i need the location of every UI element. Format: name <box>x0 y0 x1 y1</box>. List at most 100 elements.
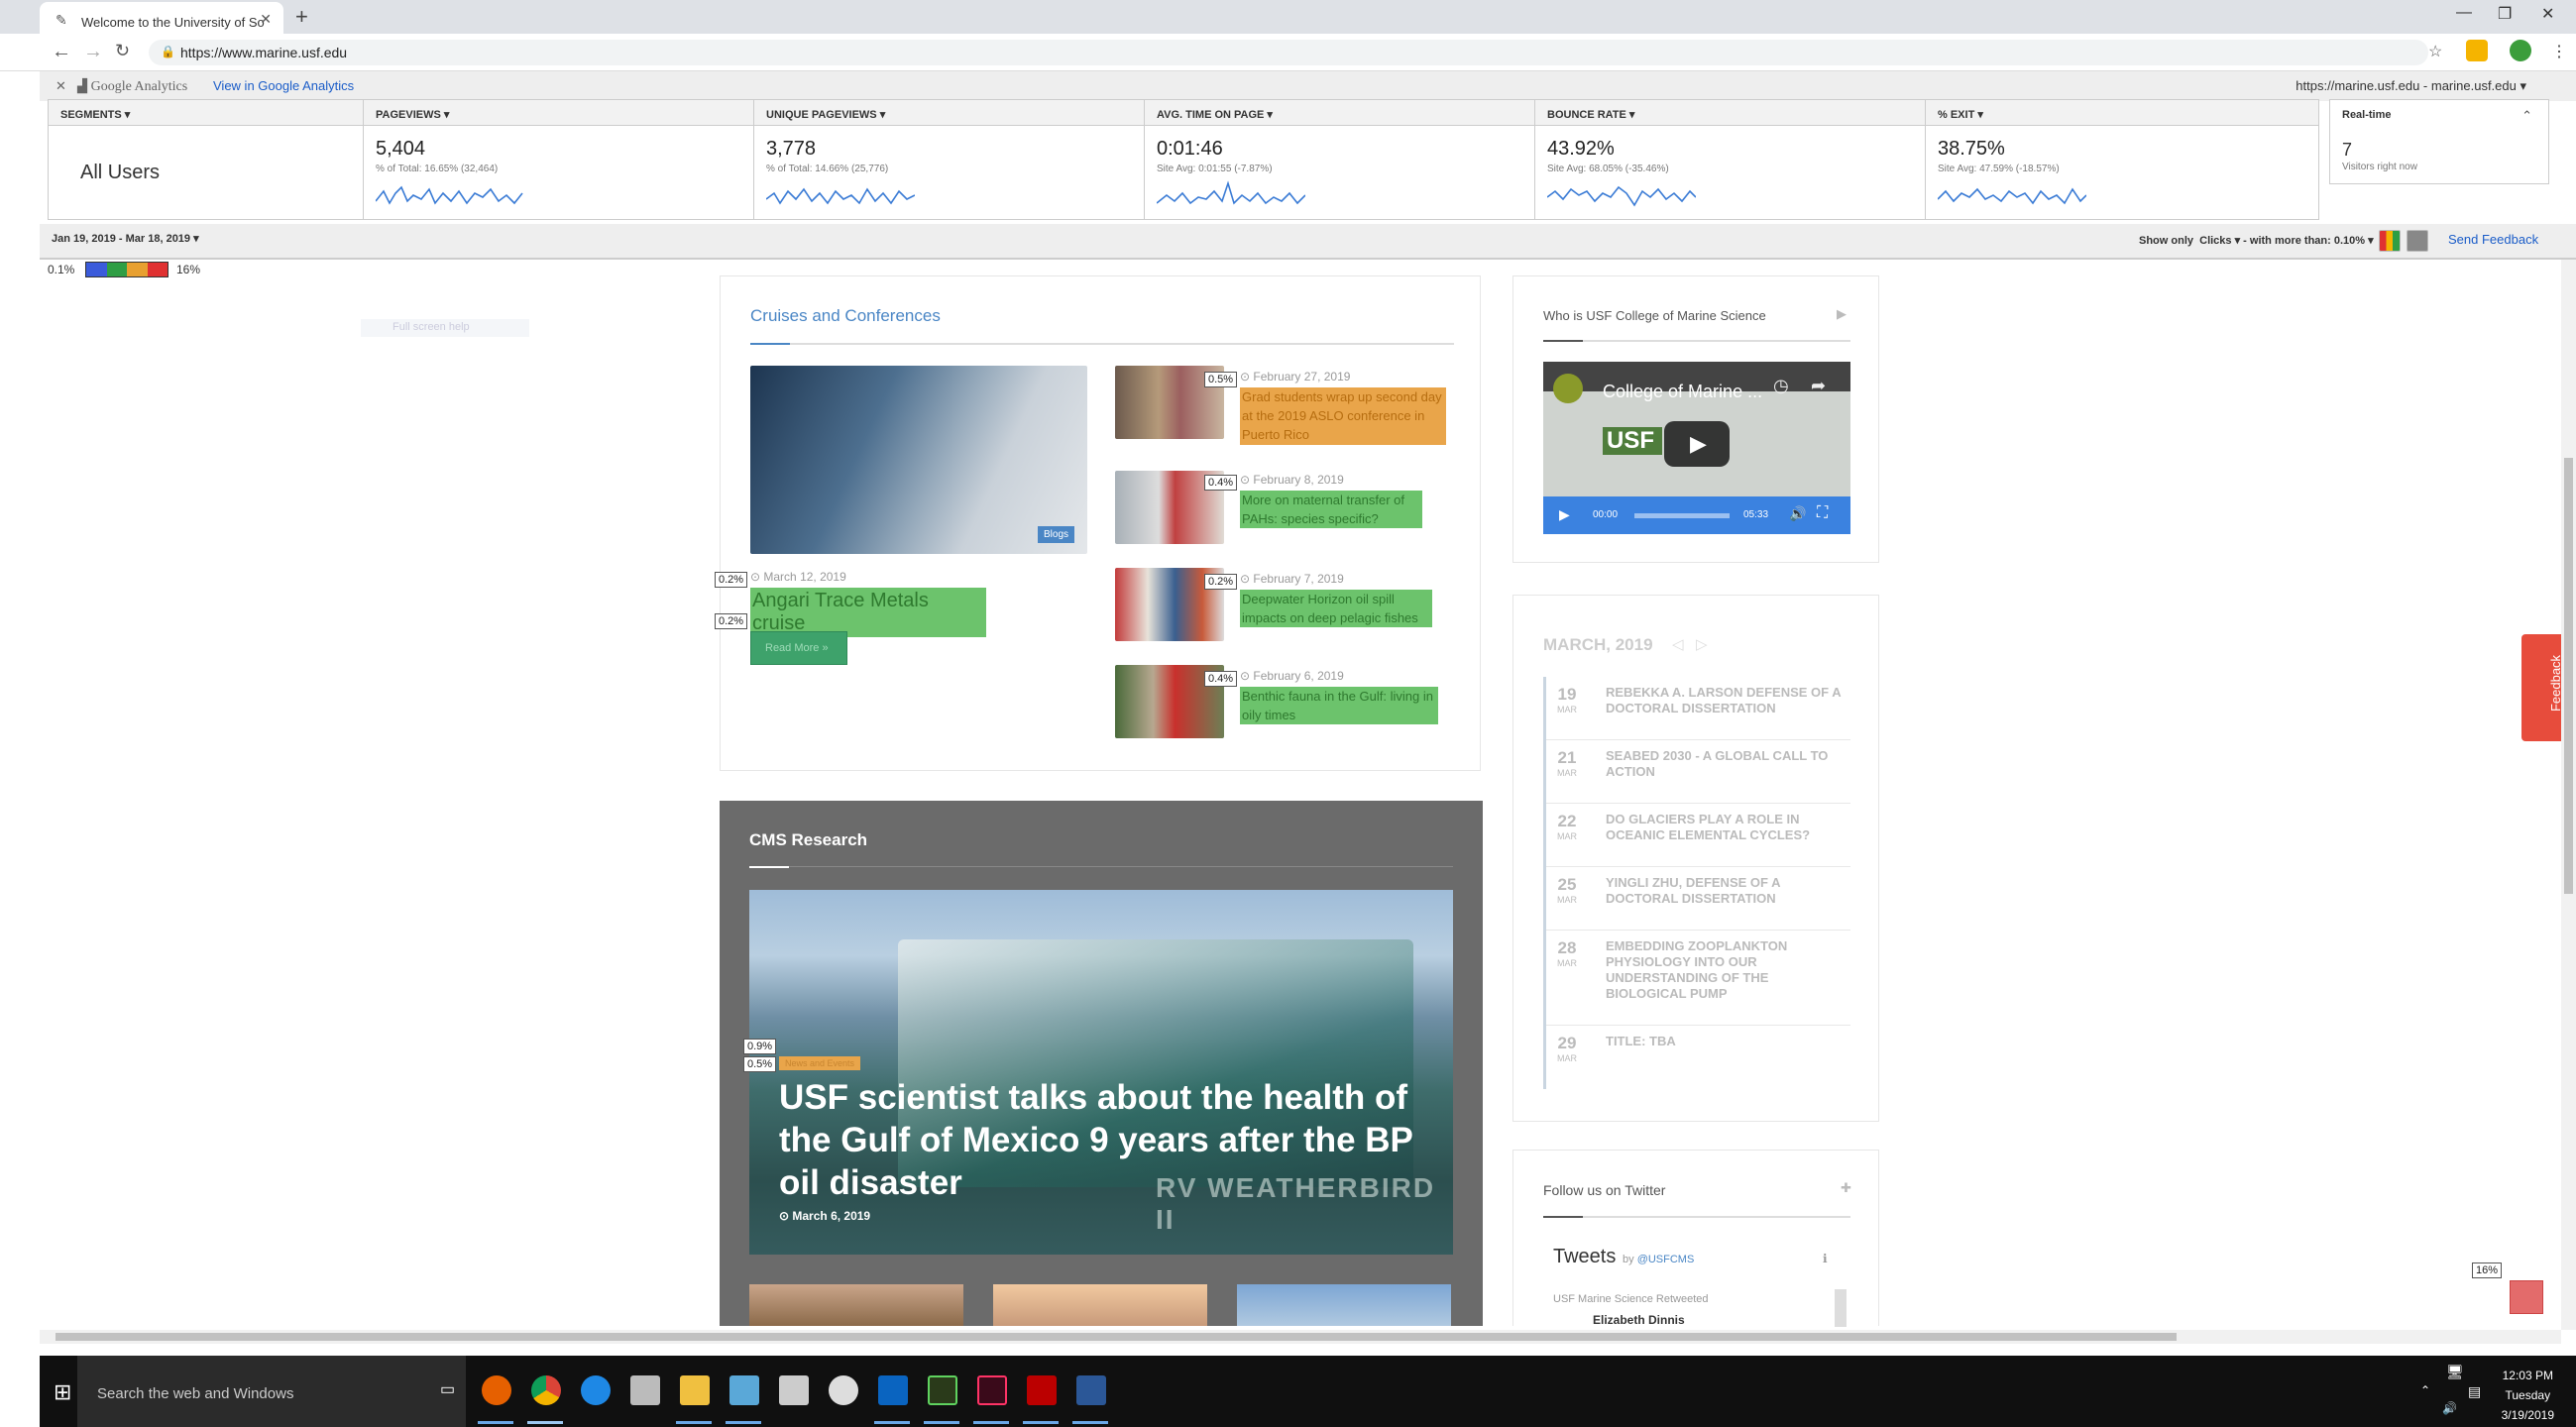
metric-header[interactable]: BOUNCE RATE ▾ <box>1535 100 1925 126</box>
network-icon[interactable]: 🖥 <box>2446 1364 2464 1380</box>
url-bar[interactable]: 🔒 https://www.marine.usf.edu <box>149 40 2428 65</box>
windows-start-icon[interactable]: ⊞ <box>54 1379 71 1405</box>
item-title[interactable]: More on maternal transfer of PAHs: speci… <box>1240 491 1422 528</box>
show-hidden-icon[interactable]: ⌃ <box>2420 1383 2430 1397</box>
view-in-ga-link[interactable]: View in Google Analytics <box>213 78 354 93</box>
message-icon[interactable]: ▤ <box>2468 1383 2481 1400</box>
taskbar-search[interactable]: Search the web and Windows <box>77 1356 466 1427</box>
research-headline[interactable]: USF scientist talks about the health of … <box>779 1076 1413 1204</box>
video-title[interactable]: College of Marine ... <box>1603 382 1762 402</box>
metric-header[interactable]: UNIQUE PAGEVIEWS ▾ <box>754 100 1144 126</box>
watch-later-icon[interactable]: ◷ <box>1773 376 1789 396</box>
dreamweaver-icon[interactable] <box>928 1375 957 1405</box>
tweet-author[interactable]: Elizabeth Dinnis <box>1593 1313 1685 1327</box>
bookmark-star-icon[interactable]: ☆ <box>2428 42 2442 61</box>
reload-icon[interactable]: ↻ <box>115 41 130 61</box>
read-more-button[interactable]: Read More » <box>750 631 847 665</box>
calculator-icon[interactable] <box>779 1375 809 1405</box>
play-arrow-icon[interactable]: ▶ <box>1837 306 1847 322</box>
research-thumb[interactable] <box>749 1284 963 1326</box>
word-icon[interactable] <box>1076 1375 1106 1405</box>
horizontal-scrollbar[interactable] <box>40 1330 2561 1344</box>
file-explorer-icon[interactable] <box>680 1375 710 1405</box>
vertical-scrollbar[interactable] <box>2561 260 2576 1330</box>
outlook-icon[interactable] <box>878 1375 908 1405</box>
item-title[interactable]: Deepwater Horizon oil spill impacts on d… <box>1240 590 1432 627</box>
browser-tab[interactable]: ✎ Welcome to the University of So ✕ <box>40 2 283 34</box>
browser-menu-icon[interactable]: ⋮ <box>2551 42 2567 61</box>
research-hero-image[interactable]: RV WEATHERBIRD II News and Events USF sc… <box>749 890 1453 1255</box>
realtime-value: 7 <box>2342 140 2353 160</box>
chrome-icon[interactable] <box>531 1375 561 1405</box>
store-icon[interactable] <box>630 1375 660 1405</box>
bubble-toggle-icon[interactable] <box>2407 230 2428 252</box>
research-thumb[interactable] <box>993 1284 1207 1326</box>
close-analytics-icon[interactable]: ✕ <box>56 78 66 94</box>
heatmap-toggle-icon[interactable] <box>2379 230 2401 252</box>
blogs-badge[interactable]: Blogs <box>1038 526 1075 543</box>
twitter-card: Follow us on Twitter ✚ Tweets by @USFCMS… <box>1512 1150 1879 1327</box>
prev-month-icon[interactable]: ◁ <box>1672 635 1684 653</box>
event-item[interactable]: 19 MAR REBEKKA A. LARSON DEFENSE OF A DOCT… <box>1546 677 1850 740</box>
send-feedback-link[interactable]: Send Feedback <box>2448 232 2538 247</box>
task-view-icon[interactable]: ▭ <box>440 1379 455 1399</box>
cruise-main-image[interactable]: Blogs <box>750 366 1087 554</box>
restore-icon[interactable]: ❐ <box>2498 4 2512 24</box>
twitter-handle[interactable]: @USFCMS <box>1637 1254 1695 1265</box>
profile-avatar-icon[interactable] <box>2510 40 2531 61</box>
acrobat-icon[interactable] <box>1027 1375 1057 1405</box>
next-month-icon[interactable]: ▷ <box>1696 635 1708 653</box>
threshold-dropdown[interactable]: 0.10% ▾ <box>2334 235 2374 247</box>
metric-header[interactable]: AVG. TIME ON PAGE ▾ <box>1145 100 1534 126</box>
share-icon[interactable]: ➦ <box>1811 376 1826 396</box>
event-item[interactable]: 28 MAR EMBEDDING ZOOPLANKTON PHYSIOLOGY IN… <box>1546 931 1850 1026</box>
system-clock[interactable]: 12:03 PM Tuesday 3/19/2019 <box>2502 1366 2554 1425</box>
research-thumb[interactable] <box>1237 1284 1451 1326</box>
segments-header[interactable]: SEGMENTS ▾ <box>49 100 363 126</box>
close-window-icon[interactable]: ✕ <box>2541 4 2554 24</box>
video-progress[interactable] <box>1634 513 1730 518</box>
collapse-chevron-icon[interactable]: ⌃ <box>2521 108 2532 124</box>
video-player[interactable]: College of Marine ... ◷ ➦ USF ▶ ▶ 00:00 … <box>1543 362 1850 534</box>
firefox-icon[interactable] <box>482 1375 511 1405</box>
legend-min: 0.1% <box>48 263 75 276</box>
app-icon[interactable] <box>729 1375 759 1405</box>
metric-header[interactable]: PAGEVIEWS ▾ <box>364 100 753 126</box>
volume-icon[interactable]: 🔊 <box>1789 505 1806 522</box>
close-tab-icon[interactable]: ✕ <box>260 11 272 28</box>
ga-metrics-table: SEGMENTS ▾ All Users PAGEVIEWS ▾ 5,404 %… <box>48 99 2319 220</box>
forward-icon[interactable]: → <box>83 41 103 63</box>
cruise-main-title[interactable]: Angari Trace Metals cruise <box>750 588 986 637</box>
tweets-scrollbar[interactable] <box>1835 1289 1847 1327</box>
back-icon[interactable]: ← <box>52 41 71 63</box>
info-icon[interactable]: ℹ <box>1823 1252 1828 1265</box>
metric-header[interactable]: % EXIT ▾ <box>1926 100 2318 126</box>
analytics-extension-icon[interactable] <box>2466 40 2488 61</box>
minimize-icon[interactable]: — <box>2456 4 2472 22</box>
new-tab-button[interactable]: + <box>295 4 308 30</box>
media-icon[interactable] <box>829 1375 858 1405</box>
event-item[interactable]: 22 MAR DO GLACIERS PLAY A ROLE IN OCEANIC … <box>1546 804 1850 867</box>
clicks-dropdown[interactable]: Clicks ▾ <box>2199 235 2240 247</box>
item-title[interactable]: Grad students wrap up second day at the … <box>1240 387 1446 445</box>
event-item[interactable]: 21 MAR SEABED 2030 - A GLOBAL CALL TO ACTI… <box>1546 740 1850 804</box>
title-underline <box>749 866 1453 868</box>
video-play-button[interactable]: ▶ <box>1664 421 1730 467</box>
play-icon[interactable]: ▶ <box>1559 506 1570 523</box>
legend-color-bar <box>85 262 168 277</box>
volume-tray-icon[interactable]: 🔊 <box>2442 1401 2457 1415</box>
back-to-top-button[interactable] <box>2510 1280 2543 1314</box>
cruises-card: Cruises and Conferences Blogs 0.2% ⊙ Mar… <box>715 275 1481 771</box>
feedback-tab[interactable]: Feedback <box>2521 634 2563 741</box>
site-selector[interactable]: https://marine.usf.edu - marine.usf.edu … <box>2296 78 2526 94</box>
event-item[interactable]: 25 MAR YINGLI ZHU, DEFENSE OF A DOCTORAL D… <box>1546 867 1850 931</box>
indesign-icon[interactable] <box>977 1375 1007 1405</box>
event-item[interactable]: 29 MAR TITLE: TBA <box>1546 1026 1850 1089</box>
date-range-picker[interactable]: Jan 19, 2019 - Mar 18, 2019 ▾ <box>52 232 199 245</box>
news-badge[interactable]: News and Events <box>779 1056 861 1070</box>
item-title[interactable]: Benthic fauna in the Gulf: living in oil… <box>1240 687 1438 724</box>
calendar-month: MARCH, 2019 <box>1543 635 1653 654</box>
fullscreen-icon[interactable]: ⛶ <box>1817 504 1828 522</box>
research-title: CMS Research <box>749 830 868 849</box>
edge-icon[interactable] <box>581 1375 611 1405</box>
